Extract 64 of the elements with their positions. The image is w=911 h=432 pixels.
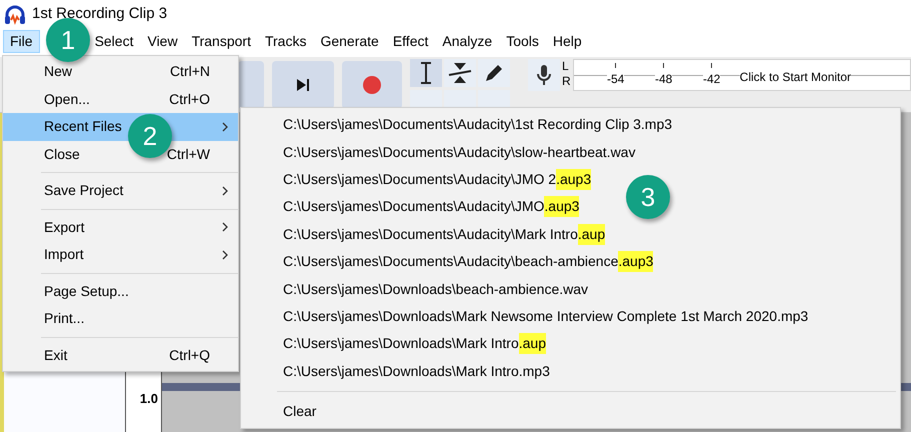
envelope-tool-button[interactable]	[444, 58, 476, 86]
draw-tool-button[interactable]	[478, 58, 510, 86]
menu-bar-item[interactable]: Tools	[499, 30, 546, 53]
menu-item-label: Open...	[44, 90, 90, 109]
selection-tool-button[interactable]	[410, 58, 442, 86]
menu-bar-item[interactable]: Select	[88, 30, 140, 53]
menu-item[interactable]: Open... Ctrl+O	[3, 86, 238, 113]
menu-item[interactable]: Exit Ctrl+Q	[3, 342, 238, 369]
channel-label: R	[562, 74, 571, 89]
step-number-badge: 1	[46, 18, 90, 62]
menu-item[interactable]: C:\Users\james\Downloads\beach-ambience.wav	[241, 275, 900, 303]
menu-bar-item[interactable]: View	[140, 30, 185, 53]
menu-item[interactable]: C:\Users\james\Documents\Audacity\Mark Intro.aup	[241, 220, 900, 248]
microphone-icon	[536, 64, 552, 86]
menu-item-label: Save Project	[44, 181, 124, 200]
menu-item-label: Page Setup...	[44, 282, 129, 301]
menu-bar-item[interactable]: File	[3, 30, 40, 53]
skip-to-end-icon	[296, 78, 310, 92]
shortcut-label: Ctrl+Q	[169, 346, 210, 365]
menu-item[interactable]: C:\Users\james\Documents\Audacity\1st Recording Clip 3.mp3	[241, 111, 900, 138]
microphone-button[interactable]	[528, 59, 560, 91]
chevron-right-icon	[222, 122, 228, 132]
menu-item-label: Print...	[44, 309, 84, 328]
shortcut-label: Ctrl+O	[169, 90, 210, 109]
record-button[interactable]	[342, 60, 402, 108]
pencil-icon	[484, 62, 504, 82]
record-icon	[363, 76, 381, 94]
menu-item[interactable]: Clear	[241, 398, 900, 426]
menu-item[interactable]: Import	[3, 241, 238, 268]
menu-bar-item[interactable]: Generate	[313, 30, 386, 53]
menu-item-label: Import	[44, 245, 84, 264]
envelope-icon	[448, 62, 472, 84]
tick-mark	[663, 62, 664, 68]
menu-item-label: Recent Files	[44, 117, 122, 136]
menu-bar-item[interactable]: Effect	[386, 30, 436, 53]
menu-item[interactable]: Print...	[3, 305, 238, 332]
chevron-right-icon	[222, 222, 228, 232]
skip-to-end-button[interactable]	[272, 60, 334, 108]
tick-mark	[615, 62, 616, 68]
app-logo-icon	[4, 4, 26, 24]
menu-item-label: Close	[44, 144, 80, 164]
menu-bar-item[interactable]: Tracks	[258, 30, 314, 53]
menu-item-label: Export	[44, 218, 84, 237]
menu-item-label: Exit	[44, 346, 68, 365]
menu-item[interactable]: Page Setup...	[3, 278, 238, 305]
menu-item[interactable]: C:\Users\james\Documents\Audacity\beach-ambience.aup3	[241, 248, 900, 276]
menu-item[interactable]: C:\Users\james\Downloads\Mark Newsome Interview Complete 1st March 2020.mp3	[241, 302, 900, 330]
tick-mark	[711, 62, 712, 68]
chevron-right-icon	[222, 186, 228, 196]
menu-item[interactable]: Export	[3, 214, 238, 241]
recording-meter[interactable]: -54 -48 -42 Click to Start Monitor	[572, 59, 911, 91]
menu-bar-item[interactable]: Transport	[184, 30, 258, 53]
ruler-label: 1.0	[140, 390, 158, 408]
menu-item[interactable]: C:\Users\james\Documents\Audacity\slow-heartbeat.wav	[241, 138, 900, 166]
channel-label: L	[562, 59, 570, 74]
menu-bar-item[interactable]: Help	[546, 30, 589, 53]
menu-item-label: New	[44, 62, 72, 82]
shortcut-label: Ctrl+N	[170, 62, 210, 82]
chevron-right-icon	[222, 250, 228, 260]
menu-item[interactable]: Save Project	[3, 177, 238, 204]
i-beam-icon	[420, 62, 432, 84]
menu-item[interactable]: C:\Users\james\Downloads\Mark Intro.mp3	[241, 358, 900, 385]
menu-item[interactable]: C:\Users\james\Downloads\Mark Intro.aup	[241, 330, 900, 358]
menu-bar-item[interactable]: Analyze	[435, 30, 500, 53]
